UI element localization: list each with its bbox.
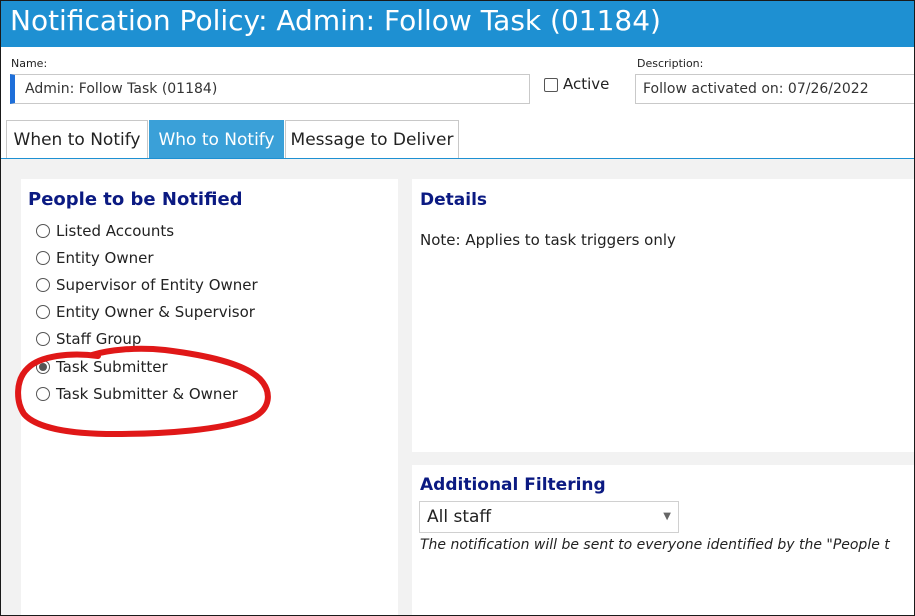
radio-listed-accounts[interactable]	[36, 224, 50, 238]
option-label: Task Submitter & Owner	[56, 385, 238, 403]
notification-policy-window: Notification Policy: Admin: Follow Task …	[0, 0, 915, 616]
tab-who-to-notify[interactable]: Who to Notify	[149, 120, 284, 158]
option-label: Staff Group	[56, 330, 142, 348]
tab-content: People to be Notified Listed Accounts En…	[1, 159, 914, 615]
radio-entity-owner-and-supervisor[interactable]	[36, 305, 50, 319]
people-panel-title: People to be Notified	[28, 189, 243, 210]
radio-staff-group[interactable]	[36, 332, 50, 346]
option-label: Task Submitter	[56, 358, 168, 376]
staff-filter-value: All staff	[427, 507, 492, 527]
details-panel: Details Note: Applies to task triggers o…	[412, 179, 914, 452]
radio-entity-owner[interactable]	[36, 251, 50, 265]
radio-task-submitter[interactable]	[36, 360, 50, 374]
description-input[interactable]: Follow activated on: 07/26/2022	[635, 74, 914, 104]
option-label: Entity Owner	[56, 249, 154, 267]
additional-filtering-panel: Additional Filtering All staff ▼ The not…	[412, 465, 914, 615]
radio-task-submitter-and-owner[interactable]	[36, 387, 50, 401]
tab-message-to-deliver[interactable]: Message to Deliver	[285, 120, 459, 158]
option-label: Supervisor of Entity Owner	[56, 276, 258, 294]
details-panel-title: Details	[420, 190, 488, 210]
active-checkbox[interactable]	[544, 78, 558, 92]
option-label: Listed Accounts	[56, 222, 175, 240]
staff-filter-select[interactable]: All staff ▼	[419, 501, 679, 533]
filtering-panel-title: Additional Filtering	[420, 475, 606, 495]
title-bar: Notification Policy: Admin: Follow Task …	[1, 1, 914, 47]
details-note: Note: Applies to task triggers only	[420, 231, 676, 249]
tab-when-to-notify[interactable]: When to Notify	[6, 120, 148, 158]
name-label: Name:	[11, 57, 48, 70]
filtering-note: The notification will be sent to everyon…	[420, 537, 890, 553]
tab-bar: When to Notify Who to Notify Message to …	[1, 120, 914, 160]
name-input[interactable]: Admin: Follow Task (01184)	[10, 74, 530, 104]
active-label: Active	[563, 75, 610, 93]
people-to-be-notified-panel: People to be Notified Listed Accounts En…	[21, 179, 398, 615]
option-label: Entity Owner & Supervisor	[56, 303, 255, 321]
radio-supervisor-of-entity-owner[interactable]	[36, 278, 50, 292]
description-label: Description:	[637, 57, 704, 70]
chevron-down-icon: ▼	[663, 511, 671, 522]
window-title: Notification Policy: Admin: Follow Task …	[10, 4, 661, 37]
